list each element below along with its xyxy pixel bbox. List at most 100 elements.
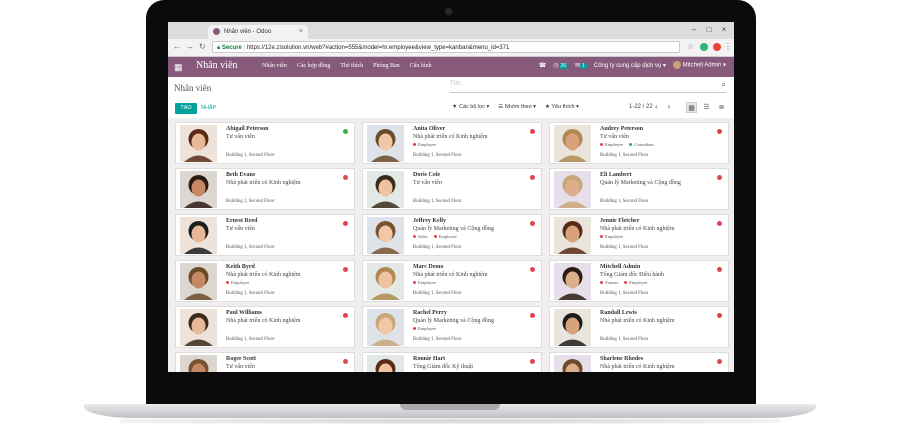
employee-job-title: Nhà phát triển có Kinh nghiệm: [600, 318, 675, 324]
employee-photo: [180, 171, 217, 208]
breadcrumb: Nhân viên: [174, 83, 212, 93]
company-switcher[interactable]: Công ty cung cấp dịch vụ ▾: [594, 62, 666, 69]
lock-icon: 🔒︎: [217, 45, 221, 51]
employee-card[interactable]: Audrey Peterson Tư vấn viên Employee Consul…: [549, 122, 729, 164]
employee-name[interactable]: Roger Scott: [226, 356, 256, 362]
back-icon[interactable]: ←: [173, 42, 181, 51]
employee-location: Building 1, Second Floor: [226, 199, 275, 204]
reload-icon[interactable]: ↻: [199, 42, 206, 51]
app-brand[interactable]: Nhân viên: [196, 60, 237, 71]
window-close-icon[interactable]: ×: [718, 24, 730, 36]
employee-name[interactable]: Randall Lewis: [600, 310, 637, 316]
employee-card[interactable]: Randall Lewis Nhà phát triển có Kinh nghi…: [549, 306, 729, 348]
employee-card[interactable]: Jennie Fletcher Nhà phát triển có Kinh ng…: [549, 214, 729, 256]
minimize-icon[interactable]: –: [688, 24, 700, 36]
menu-item-tags[interactable]: Thẻ thích: [340, 63, 363, 69]
employee-location: Building 1, Second Floor: [600, 337, 649, 342]
phone-icon[interactable]: ☎: [539, 62, 546, 69]
employee-name[interactable]: Keith Byrd: [226, 264, 255, 270]
menu-item-departments[interactable]: Phòng Ban: [373, 63, 400, 69]
search-input[interactable]: Tìm... ⌕: [450, 80, 726, 93]
search-icon[interactable]: ⌕: [722, 80, 726, 90]
maximize-icon[interactable]: □: [703, 24, 715, 36]
employee-card[interactable]: Abigail Peterson Tư vấn viên Building 1, S…: [175, 122, 355, 164]
employee-name[interactable]: Paul Williams: [226, 310, 262, 316]
filters-dropdown[interactable]: ▼ Các bộ lọc ▾: [452, 104, 489, 110]
tag-label: Employee: [629, 280, 648, 285]
tag-label: Consultant: [634, 142, 654, 147]
odoo-top-nav: ▦ Nhân viên Nhân viên Các hợp đồng Thẻ t…: [168, 57, 734, 77]
employee-location: Building 1, Second Floor: [226, 245, 275, 250]
employee-name[interactable]: Eli Lambert: [600, 172, 632, 178]
employee-card[interactable]: Doris Cole Tư vấn viên Building 1, Second …: [362, 168, 542, 210]
menu-item-employees[interactable]: Nhân viên: [262, 63, 287, 69]
extension-icon[interactable]: [713, 43, 721, 51]
employee-card[interactable]: Roger ScottTư vấn viênBuilding 1, Second…: [175, 352, 355, 372]
close-icon[interactable]: ×: [299, 25, 303, 39]
employee-name[interactable]: Marc Demo: [413, 264, 443, 270]
list-view-icon[interactable]: ☰: [701, 102, 712, 113]
employee-name[interactable]: Abigail Peterson: [226, 126, 269, 132]
employee-card[interactable]: Beth Evans Nhà phát triển có Kinh nghiệm B…: [175, 168, 355, 210]
employee-name[interactable]: Anita Oliver: [413, 126, 445, 132]
employee-name[interactable]: Jennie Fletcher: [600, 218, 640, 224]
chevron-right-icon[interactable]: ›: [668, 102, 671, 111]
tag-dot-icon: [413, 281, 416, 285]
presence-status-icon: [717, 129, 722, 134]
employee-card[interactable]: Marc Demo Nhà phát triển có Kinh nghiệm Em…: [362, 260, 542, 302]
laptop-notch: [400, 404, 500, 410]
view-switcher: ▦ ☰ ≣: [686, 102, 727, 113]
url-input[interactable]: 🔒︎ Secure | https://12e.zisolution.vn/we…: [212, 41, 680, 53]
employee-job-title: Tư vấn viên: [226, 134, 255, 140]
tag-dot-icon: [413, 327, 416, 331]
forward-icon[interactable]: →: [186, 42, 194, 51]
employee-photo: [367, 355, 404, 372]
bookmark-star-icon[interactable]: ☆: [687, 42, 694, 51]
employee-card[interactable]: Ernest Reed Tư vấn viên Building 1, Second…: [175, 214, 355, 256]
employee-card[interactable]: Mitchell Admin Tổng Giám đốc Điều hành Tra…: [549, 260, 729, 302]
employee-card[interactable]: Sharlene Rhodes Nhà phát triển có Kinh ng…: [549, 352, 729, 372]
pager-value[interactable]: 1-22 / 22: [629, 104, 653, 110]
employee-job-title: Nhà phát triển có Kinh nghiệm: [413, 272, 488, 278]
activity-icon[interactable]: ◷ 26: [553, 62, 569, 69]
employee-card[interactable]: Jeffrey Kelly Quản lý Marketing và Cộng đ…: [362, 214, 542, 256]
employee-card[interactable]: Keith Byrd Nhà phát triển có Kinh nghiệm E…: [175, 260, 355, 302]
extension-icon[interactable]: [700, 43, 708, 51]
company-name: Công ty cung cấp dịch vụ: [593, 62, 662, 69]
employee-name[interactable]: Doris Cole: [413, 172, 440, 178]
employee-name[interactable]: Sharlene Rhodes: [600, 356, 643, 362]
grid-list-icon[interactable]: ≣: [716, 102, 727, 113]
list-icon: ☰: [498, 104, 504, 110]
create-button[interactable]: TẠO: [175, 103, 197, 114]
apps-grid-icon[interactable]: ▦: [174, 62, 183, 73]
employee-name[interactable]: Audrey Peterson: [600, 126, 643, 132]
presence-status-icon: [530, 313, 535, 318]
chat-icon[interactable]: ✉ 1: [575, 62, 587, 69]
employee-name[interactable]: Jeffrey Kelly: [413, 218, 446, 224]
nav-right: ☎ ◷ 26 ✉ 1 Công ty cung cấp dịch vụ ▾ Mitc…: [539, 61, 726, 69]
favorites-dropdown[interactable]: ★ Yêu thích ▾: [545, 104, 579, 110]
employee-card[interactable]: Anita Oliver Nhà phát triển có Kinh nghiệ…: [362, 122, 542, 164]
employee-name[interactable]: Ronnie Hart: [413, 356, 445, 362]
kanban-view-icon[interactable]: ▦: [686, 102, 697, 113]
employee-card[interactable]: Ronnie HartTổng Giám đốc Kỹ thuậtBuildin…: [362, 352, 542, 372]
menu-item-contracts[interactable]: Các hợp đồng: [297, 63, 331, 69]
employee-job-title: Nhà phát triển có Kinh nghiệm: [226, 272, 301, 278]
employee-name[interactable]: Mitchell Admin: [600, 264, 640, 270]
browser-tab[interactable]: Nhân viên - Odoo ×: [208, 25, 308, 39]
import-button[interactable]: NHẬP: [201, 103, 216, 114]
employee-name[interactable]: Beth Evans: [226, 172, 255, 178]
chevron-left-icon[interactable]: ‹: [655, 102, 658, 111]
employee-name[interactable]: Ernest Reed: [226, 218, 258, 224]
employee-card[interactable]: Paul Williams Nhà phát triển có Kinh nghi…: [175, 306, 355, 348]
message-badge: 1: [580, 62, 587, 69]
employee-tag: Sales: [413, 234, 428, 239]
employee-name[interactable]: Rachel Perry: [413, 310, 447, 316]
groupby-dropdown[interactable]: ☰ Nhóm theo ▾: [498, 104, 536, 110]
employee-location: Building 1, Second Floor: [600, 291, 649, 296]
browser-menu-icon[interactable]: ⋮: [724, 42, 732, 51]
employee-card[interactable]: Rachel Perry Quản lý Marketing và Cộng đồ…: [362, 306, 542, 348]
employee-card[interactable]: Eli Lambert Quản lý Marketing và Cộng đồn…: [549, 168, 729, 210]
menu-item-configuration[interactable]: Cấu hình: [410, 63, 432, 69]
user-menu[interactable]: Mitchell Admin ▾: [672, 61, 726, 69]
